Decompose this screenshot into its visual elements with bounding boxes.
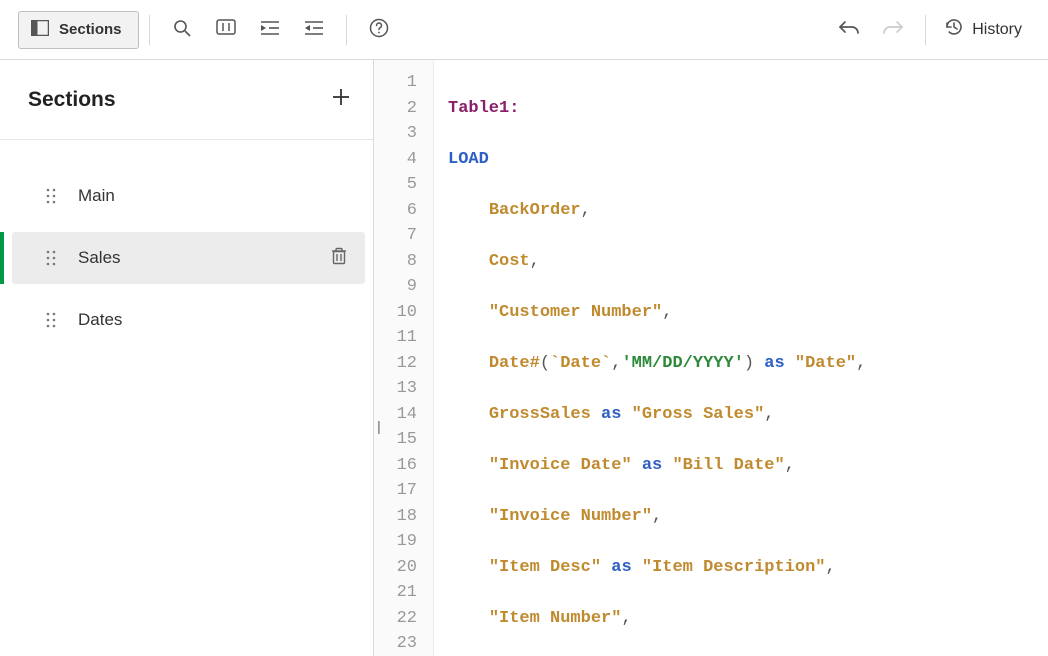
search-icon — [173, 19, 191, 40]
toolbar: Sections — [0, 0, 1048, 60]
plus-icon — [331, 86, 351, 113]
indent-button[interactable] — [248, 11, 292, 49]
line-number: 17 — [374, 478, 423, 504]
line-number: 16 — [374, 453, 423, 479]
section-item-sales[interactable]: Sales — [12, 232, 365, 284]
line-number: 11 — [374, 325, 423, 351]
toolbar-separator — [346, 15, 347, 45]
history-label: History — [972, 21, 1022, 39]
line-number: 20 — [374, 555, 423, 581]
line-number: 4 — [374, 147, 423, 173]
line-number: 13 — [374, 376, 423, 402]
line-number: 3 — [374, 121, 423, 147]
code-area[interactable]: Table1: LOAD BackOrder, Cost, "Customer … — [434, 60, 938, 656]
sections-sidebar: Sections Main Sales — [0, 60, 374, 656]
line-number: 21 — [374, 580, 423, 606]
toolbar-separator — [149, 15, 150, 45]
line-number: 9 — [374, 274, 423, 300]
line-number: 22 — [374, 606, 423, 632]
drag-handle-icon[interactable] — [46, 188, 56, 204]
add-section-button[interactable] — [331, 86, 351, 114]
section-item-main[interactable]: Main — [12, 170, 365, 222]
line-number: 14 — [374, 402, 423, 428]
undo-icon — [838, 19, 860, 40]
sections-toggle-label: Sections — [59, 21, 122, 38]
sections-toggle-button[interactable]: Sections — [18, 11, 139, 49]
redo-icon — [882, 19, 904, 40]
redo-button[interactable] — [871, 11, 915, 49]
undo-button[interactable] — [827, 11, 871, 49]
script-editor[interactable]: 1234567891011121314151617181920212223 Ta… — [374, 60, 1048, 656]
drag-handle-icon[interactable] — [46, 250, 56, 266]
line-number: 8 — [374, 249, 423, 275]
help-icon — [369, 18, 389, 41]
search-button[interactable] — [160, 11, 204, 49]
delete-section-button[interactable] — [331, 247, 347, 270]
indent-icon — [260, 20, 280, 39]
line-number: 7 — [374, 223, 423, 249]
section-list: Main Sales Dates — [0, 140, 373, 356]
line-number: 23 — [374, 631, 423, 656]
trash-icon — [331, 250, 347, 269]
drag-handle-icon[interactable] — [46, 312, 56, 328]
history-icon — [944, 17, 964, 42]
line-number: 6 — [374, 198, 423, 224]
line-number: 19 — [374, 529, 423, 555]
line-number: 18 — [374, 504, 423, 530]
outdent-button[interactable] — [292, 11, 336, 49]
line-number-gutter: 1234567891011121314151617181920212223 — [374, 60, 434, 656]
sidebar-title: Sections — [28, 88, 116, 112]
outdent-icon — [304, 20, 324, 39]
line-number: 2 — [374, 96, 423, 122]
history-button[interactable]: History — [936, 17, 1030, 42]
line-number: 10 — [374, 300, 423, 326]
line-number: 1 — [374, 70, 423, 96]
panel-icon — [31, 20, 49, 40]
section-label: Dates — [78, 310, 347, 330]
comment-button[interactable] — [204, 11, 248, 49]
sidebar-header: Sections — [0, 60, 373, 140]
section-label: Main — [78, 186, 347, 206]
section-item-dates[interactable]: Dates — [12, 294, 365, 346]
comment-icon — [216, 19, 236, 40]
splitter-handle[interactable]: || — [377, 418, 378, 434]
help-button[interactable] — [357, 11, 401, 49]
line-number: 12 — [374, 351, 423, 377]
section-label: Sales — [78, 248, 309, 268]
toolbar-separator — [925, 15, 926, 45]
line-number: 15 — [374, 427, 423, 453]
line-number: 5 — [374, 172, 423, 198]
